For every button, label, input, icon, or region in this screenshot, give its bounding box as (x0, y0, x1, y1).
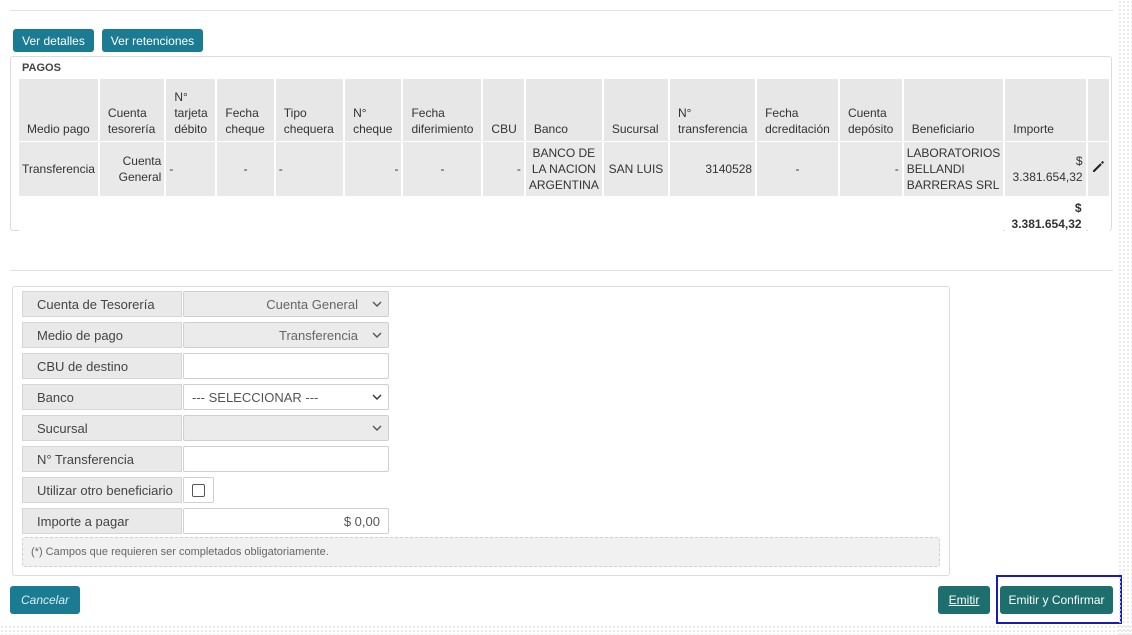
nro-transferencia-input[interactable] (183, 446, 389, 472)
col-banco: Banco (525, 79, 602, 141)
emitir-button[interactable]: Emitir (938, 586, 990, 614)
cell-edit (1087, 141, 1109, 196)
ver-retenciones-button[interactable]: Ver retenciones (102, 29, 203, 52)
otro-beneficiario-wrap (183, 477, 214, 503)
cell-medio-pago: Transferencia (19, 141, 98, 196)
cell-cbu: - (483, 141, 524, 196)
pencil-icon[interactable] (1091, 160, 1105, 178)
cell-beneficiario: LABORATORIOS BELLANDI BARRERAS SRL (903, 141, 1004, 196)
sucursal-select[interactable] (183, 415, 389, 441)
cell-tarjeta-debito: - (166, 141, 216, 196)
page-edge-bottom (0, 625, 1132, 635)
table-row[interactable]: Transferencia Cuenta General - - - - - -… (19, 141, 1109, 196)
col-actions (1087, 79, 1109, 141)
emitir-confirmar-button[interactable]: Emitir y Confirmar (1000, 586, 1113, 614)
label-cuenta-tesoreria: Cuenta de Tesorería (22, 291, 182, 317)
importe-pagar-input[interactable]: $ 0,00 (183, 508, 389, 534)
cell-cuenta-tesoreria: Cuenta General (99, 141, 165, 196)
col-fecha-acreditacion: Fecha dcreditación (757, 79, 838, 141)
col-beneficiario: Beneficiario (903, 79, 1004, 141)
col-nro-transferencia: N° transferencia (670, 79, 756, 141)
chevron-down-icon (372, 425, 382, 431)
col-tarjeta-debito: N° tarjeta débito (166, 79, 216, 141)
cuenta-tesoreria-value: Cuenta General (266, 297, 358, 312)
cbu-destino-input[interactable] (183, 353, 389, 379)
cell-banco: BANCO DE LA NACION ARGENTINA (525, 141, 602, 196)
col-sucursal: Sucursal (603, 79, 669, 141)
pagos-table: Medio pago Cuenta tesorería N° tarjeta d… (17, 79, 1111, 235)
pagos-title: PAGOS (22, 62, 61, 74)
cell-fecha-diferimiento: - (403, 141, 482, 196)
top-divider (10, 10, 1113, 11)
medio-pago-select[interactable]: Transferencia (183, 322, 389, 348)
cell-sucursal: SAN LUIS (603, 141, 669, 196)
label-sucursal: Sucursal (22, 415, 182, 441)
cuenta-tesoreria-select[interactable]: Cuenta General (183, 291, 389, 317)
label-nro-transferencia: N° Transferencia (22, 446, 182, 472)
table-header-row: Medio pago Cuenta tesorería N° tarjeta d… (19, 79, 1109, 141)
col-medio-pago: Medio pago (19, 79, 98, 141)
chevron-down-icon (372, 301, 382, 307)
cell-fecha-acreditacion: - (757, 141, 838, 196)
col-fecha-diferimiento: Fecha diferimiento (403, 79, 482, 141)
label-cbu-destino: CBU de destino (22, 353, 182, 379)
label-medio-pago: Medio de pago (22, 322, 182, 348)
chevron-down-icon (372, 394, 382, 400)
label-banco: Banco (22, 384, 182, 410)
page-edge-right (1118, 0, 1132, 635)
total-row: $ 3.381.654,32 (19, 196, 1109, 235)
medio-pago-value: Transferencia (279, 328, 358, 343)
cell-importe: $ 3.381.654,32 (1005, 141, 1086, 196)
cancelar-button[interactable]: Cancelar (10, 586, 80, 614)
label-otro-beneficiario: Utilizar otro beneficiario (22, 477, 182, 503)
required-fields-note: (*) Campos que requieren ser completados… (22, 537, 940, 567)
pagos-panel: PAGOS Medio pago Cuenta tesorería N° tar… (10, 56, 1112, 235)
banco-value: --- SELECCIONAR --- (192, 390, 319, 405)
otro-beneficiario-checkbox[interactable] (192, 484, 205, 497)
total-importe: $ 3.381.654,32 (1005, 196, 1086, 235)
col-cuenta-tesoreria: Cuenta tesorería (99, 79, 165, 141)
col-cbu: CBU (483, 79, 524, 141)
label-importe-pagar: Importe a pagar (22, 508, 182, 534)
cell-nro-transferencia: 3140528 (670, 141, 756, 196)
chevron-down-icon (372, 332, 382, 338)
col-tipo-chequera: Tipo chequera (275, 79, 344, 141)
col-fecha-cheque: Fecha cheque (217, 79, 274, 141)
cell-cuenta-deposito: - (839, 141, 902, 196)
cell-tipo-chequera: - (275, 141, 344, 196)
payment-form: Cuenta de Tesorería Cuenta General Medio… (12, 286, 950, 576)
col-nro-cheque: N° cheque (345, 79, 402, 141)
cell-nro-cheque: - (345, 141, 402, 196)
cell-fecha-cheque: - (217, 141, 274, 196)
col-cuenta-deposito: Cuenta depósito (839, 79, 902, 141)
section-divider (10, 270, 1113, 271)
banco-select[interactable]: --- SELECCIONAR --- (183, 384, 389, 410)
col-importe: Importe (1005, 79, 1086, 141)
ver-detalles-button[interactable]: Ver detalles (13, 29, 94, 52)
